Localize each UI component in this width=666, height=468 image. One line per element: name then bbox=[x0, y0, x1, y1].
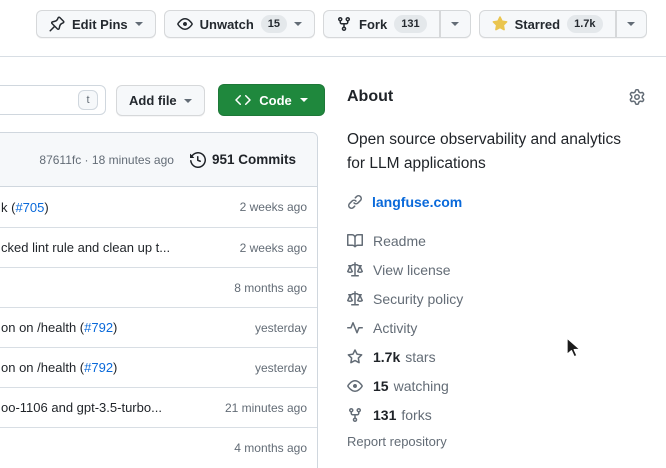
about-header: About bbox=[347, 88, 645, 106]
table-row[interactable]: cked lint rule and clean up t... 2 weeks… bbox=[0, 227, 317, 267]
forks-link[interactable]: 131 forks bbox=[347, 400, 645, 429]
eye-icon bbox=[347, 378, 363, 394]
table-row[interactable]: oo-1106 and gpt-3.5-turbo... 21 minutes … bbox=[0, 387, 317, 427]
chevron-down-icon bbox=[135, 22, 143, 26]
table-row[interactable]: on on /health (#792) yesterday bbox=[0, 347, 317, 387]
security-policy-link[interactable]: Security policy bbox=[347, 284, 645, 313]
add-file-button[interactable]: Add file bbox=[116, 85, 205, 116]
law-icon bbox=[347, 291, 363, 307]
link-icon bbox=[347, 194, 363, 210]
about-links-list: Readme View license Security policy Acti… bbox=[347, 226, 645, 429]
commit-date: yesterday bbox=[255, 321, 307, 335]
pr-link[interactable]: #792 bbox=[84, 320, 113, 335]
eye-icon bbox=[177, 16, 193, 32]
commit-date: 4 months ago bbox=[234, 441, 307, 455]
law-icon bbox=[347, 262, 363, 278]
commit-date: 21 minutes ago bbox=[225, 401, 307, 415]
pulse-icon bbox=[347, 320, 363, 336]
commit-date: 2 weeks ago bbox=[240, 200, 307, 214]
code-button[interactable]: Code bbox=[218, 84, 325, 116]
activity-link[interactable]: Activity bbox=[347, 313, 645, 342]
commit-hash[interactable]: 87611fc bbox=[39, 153, 81, 167]
latest-commit-meta[interactable]: 87611fc · 18 minutes ago bbox=[39, 153, 174, 167]
file-table: 87611fc · 18 minutes ago 951 Commits k (… bbox=[0, 132, 318, 468]
readme-link[interactable]: Readme bbox=[347, 226, 645, 255]
code-icon bbox=[235, 92, 251, 108]
add-file-label: Add file bbox=[129, 93, 177, 108]
pin-icon bbox=[49, 16, 65, 32]
table-row[interactable]: 8 months ago bbox=[0, 267, 317, 307]
edit-pins-button[interactable]: Edit Pins bbox=[36, 10, 156, 38]
table-row[interactable]: on on /health (#792) yesterday bbox=[0, 307, 317, 347]
table-row[interactable]: k (#705) 2 weeks ago bbox=[0, 187, 317, 227]
view-license-link[interactable]: View license bbox=[347, 255, 645, 284]
fork-icon bbox=[347, 407, 363, 423]
commit-date: 8 months ago bbox=[234, 281, 307, 295]
commit-date: 2 weeks ago bbox=[240, 241, 307, 255]
commits-count: 951 Commits bbox=[212, 152, 296, 167]
repo-description: Open source observability and analytics … bbox=[347, 128, 645, 176]
book-icon bbox=[347, 233, 363, 249]
commit-separator: · bbox=[85, 153, 89, 167]
commit-time: 18 minutes ago bbox=[92, 153, 174, 167]
star-icon bbox=[347, 349, 363, 365]
commit-message[interactable]: on on /health (#792) bbox=[1, 360, 117, 375]
latest-commit-bar: 87611fc · 18 minutes ago 951 Commits bbox=[0, 133, 317, 187]
commit-message[interactable]: oo-1106 and gpt-3.5-turbo... bbox=[1, 400, 162, 415]
gear-icon[interactable] bbox=[629, 89, 645, 105]
pr-link[interactable]: #792 bbox=[84, 360, 113, 375]
go-to-file-input[interactable]: t bbox=[0, 85, 106, 115]
chevron-down-icon bbox=[294, 22, 302, 26]
commit-message[interactable]: k (#705) bbox=[1, 200, 49, 215]
unwatch-label: Unwatch bbox=[200, 17, 254, 32]
chevron-down-icon bbox=[184, 99, 192, 103]
about-sidebar: About Open source observability and anal… bbox=[347, 0, 645, 468]
go-to-file-shortcut-badge: t bbox=[78, 90, 98, 110]
chevron-down-icon bbox=[300, 98, 308, 102]
about-title: About bbox=[347, 88, 393, 106]
website-link-row: langfuse.com bbox=[347, 194, 462, 210]
commit-date: yesterday bbox=[255, 361, 307, 375]
unwatch-button[interactable]: Unwatch 15 bbox=[164, 10, 315, 38]
report-repository-link[interactable]: Report repository bbox=[347, 434, 447, 449]
watch-count-badge: 15 bbox=[261, 15, 287, 33]
edit-pins-label: Edit Pins bbox=[72, 17, 128, 32]
table-row[interactable]: 4 months ago bbox=[0, 427, 317, 467]
commit-message[interactable]: cked lint rule and clean up t... bbox=[1, 240, 170, 255]
commit-message[interactable]: on on /health (#792) bbox=[1, 320, 117, 335]
history-icon bbox=[190, 152, 206, 168]
stars-link[interactable]: 1.7k stars bbox=[347, 342, 645, 371]
watching-link[interactable]: 15 watching bbox=[347, 371, 645, 400]
commit-history-link[interactable]: 951 Commits bbox=[190, 152, 296, 168]
pr-link[interactable]: #705 bbox=[15, 200, 44, 215]
github-repo-page: Edit Pins Unwatch 15 Fork 131 Starred 1.… bbox=[0, 0, 666, 468]
code-label: Code bbox=[259, 93, 292, 108]
website-link[interactable]: langfuse.com bbox=[372, 194, 462, 210]
